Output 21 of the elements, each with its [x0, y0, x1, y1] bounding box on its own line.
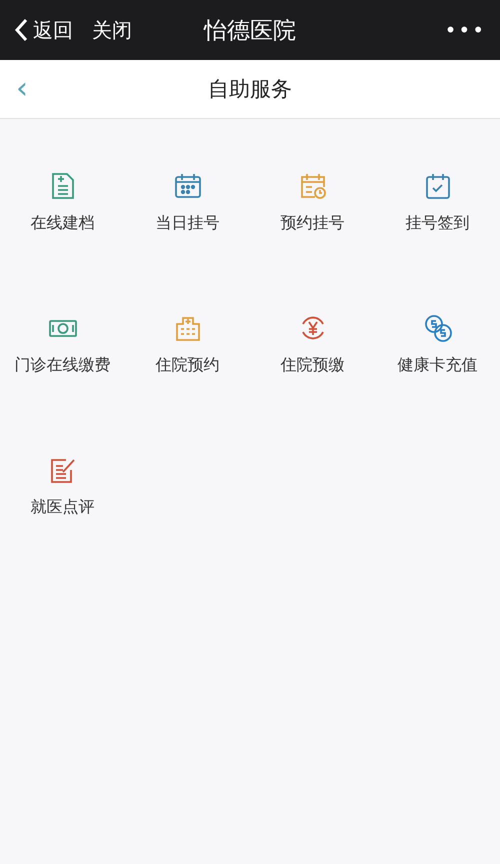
service-label[interactable]: 挂号签到: [406, 213, 470, 234]
calendar-icon[interactable]: [174, 172, 202, 200]
service-label[interactable]: 当日挂号: [156, 213, 220, 234]
service-label[interactable]: 在线建档: [30, 213, 94, 234]
service-label[interactable]: 健康卡充值: [398, 355, 478, 376]
window-title: 怡德医院: [204, 16, 296, 46]
service-label[interactable]: 住院预约: [156, 355, 220, 376]
back-link[interactable]: 返回: [33, 16, 73, 44]
close-link[interactable]: 关闭: [92, 16, 132, 44]
edit-note-icon[interactable]: [48, 456, 76, 484]
calendar-icon[interactable]: [424, 172, 452, 200]
hospital-icon[interactable]: [174, 314, 202, 342]
service-label[interactable]: 预约挂号: [280, 213, 344, 234]
page-title: 自助服务: [208, 76, 292, 103]
more-button[interactable]: •••: [444, 18, 486, 42]
calendar-icon[interactable]: [298, 172, 326, 200]
back-icon[interactable]: [14, 18, 28, 42]
service-label[interactable]: 门诊在线缴费: [14, 355, 110, 376]
service-label[interactable]: 就医点评: [30, 497, 94, 518]
coins-icon[interactable]: [424, 314, 452, 342]
service-label[interactable]: 住院预缴: [280, 355, 344, 376]
